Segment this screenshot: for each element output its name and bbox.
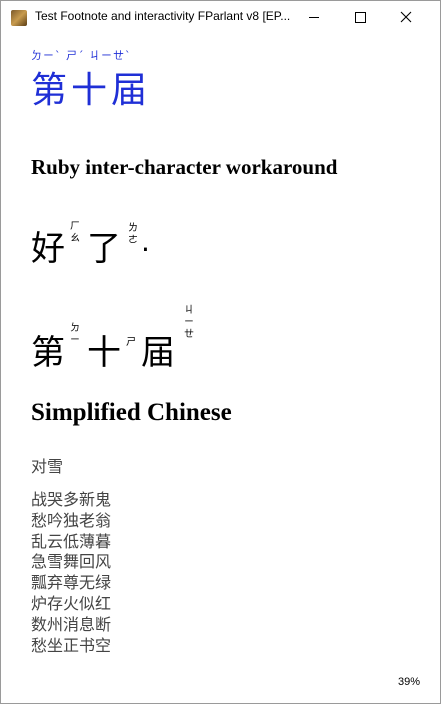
poem-line: 急雪舞回风 <box>31 552 112 572</box>
title-bar[interactable]: Test Footnote and interactivity FParlant… <box>1 1 440 33</box>
heading-simplified: Simplified Chinese <box>31 399 232 426</box>
poem-line: 乱云低薄暮 <box>31 531 112 551</box>
minimize-button[interactable] <box>291 1 337 33</box>
window-title: Test Footnote and interactivity FParlant… <box>35 9 290 23</box>
close-button[interactable] <box>383 1 429 33</box>
maximize-button[interactable] <box>337 1 383 33</box>
poem-line: 战哭多新鬼 <box>31 490 112 509</box>
ruby-bopomofo: ㄧ <box>70 335 80 346</box>
ruby-bopomofo: ㄏ <box>70 221 80 232</box>
poem-line: 瓢弃尊无绿 <box>31 573 112 593</box>
minimize-icon <box>309 16 319 18</box>
heading-workaround: Ruby inter-character workaround <box>31 155 338 179</box>
ruby-bopomofo: ㄐ <box>184 305 194 316</box>
poem-title: 对雪 <box>31 457 64 476</box>
app-book-icon <box>11 10 27 26</box>
status-bar: 39% <box>1 673 440 703</box>
poem-line: 数州消息断 <box>31 614 112 634</box>
ruby-bopomofo: ㄌ <box>128 223 138 234</box>
poem-line: 愁吟独老翁 <box>31 510 112 530</box>
ruby-bopomofo: ㄕ <box>126 337 136 348</box>
ruby-char: 了 <box>87 229 121 269</box>
ruby-char: 十 <box>87 333 121 373</box>
poem-body: 战哭多新鬼 愁吟独老翁 乱云低薄暮 急雪舞回风 瓢弃尊无绿 炉存火似红 数州消息… <box>31 490 111 656</box>
ruby-base: 第十届 <box>31 70 152 111</box>
ruby-char: 第 <box>31 333 65 373</box>
app-window: Test Footnote and interactivity FParlant… <box>0 0 441 704</box>
progress-percent: 39% <box>397 676 420 688</box>
ruby-bopomofo: ㄝ <box>184 329 194 340</box>
ruby-bopomofo: ㄧ <box>184 317 194 328</box>
reader-content[interactable]: ㄉㄧˋ ㄕˊ ㄐㄧㄝˋ 第十届 Ruby inter-character wor… <box>1 33 440 673</box>
ruby-bopomofo: ㄜ <box>128 235 138 246</box>
poem-line: 炉存火似红 <box>31 593 112 613</box>
ruby-bopomofo: ㄠ <box>70 233 80 244</box>
ruby-char: 届 <box>141 333 175 373</box>
ruby-period: . <box>141 225 150 258</box>
poem-line: 愁坐正书空 <box>31 635 112 655</box>
ruby-char: 好 <box>31 229 65 269</box>
ruby-bopomofo: ㄉ <box>70 323 80 334</box>
close-icon <box>400 11 412 23</box>
maximize-icon <box>354 11 366 23</box>
